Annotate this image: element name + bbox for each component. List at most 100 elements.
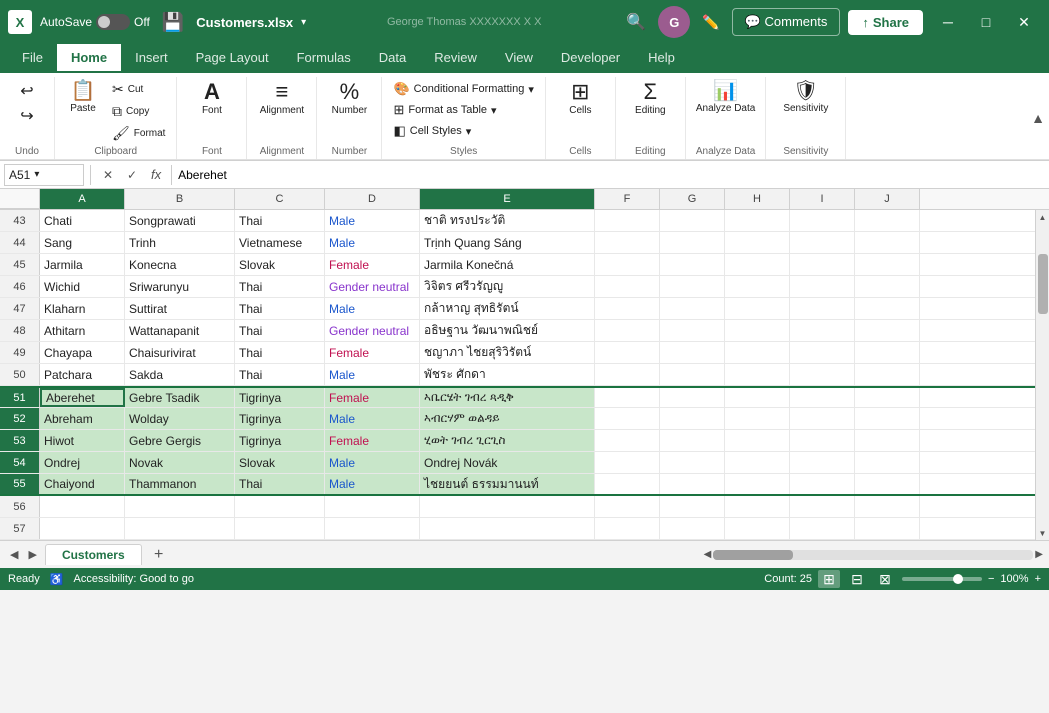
row-header[interactable]: 56 xyxy=(0,496,40,517)
cell-b[interactable]: Sriwarunyu xyxy=(125,276,235,297)
sheet-tab-customers[interactable]: Customers xyxy=(45,544,142,565)
cell-empty[interactable] xyxy=(595,408,660,429)
cell-c[interactable]: Thai xyxy=(235,210,325,231)
formula-input[interactable] xyxy=(178,168,1045,182)
cell-empty[interactable] xyxy=(855,474,920,494)
scroll-left-button[interactable]: ◀ xyxy=(704,549,712,560)
cell-d[interactable]: Male xyxy=(325,232,420,253)
close-button[interactable]: ✕ xyxy=(1007,8,1041,36)
scroll-right-button[interactable]: ▶ xyxy=(1035,549,1043,560)
col-header-f[interactable]: F xyxy=(595,189,660,209)
zoom-icon-minus[interactable]: − xyxy=(988,573,994,585)
row-header[interactable]: 46 xyxy=(0,276,40,297)
copy-button[interactable]: ⧉Copy xyxy=(107,101,170,122)
tab-page-layout[interactable]: Page Layout xyxy=(182,44,283,73)
cell-d[interactable]: Male xyxy=(325,298,420,319)
cell-b[interactable]: Suttirat xyxy=(125,298,235,319)
tab-review[interactable]: Review xyxy=(420,44,491,73)
add-sheet-button[interactable]: + xyxy=(148,544,170,566)
cell-a[interactable]: Abreham xyxy=(40,408,125,429)
ribbon-toggle-icon[interactable]: ✏️ xyxy=(698,10,723,35)
cell-e[interactable]: ชญาภา ไชยสุริวิรัตน์ xyxy=(420,342,595,363)
cell-empty[interactable] xyxy=(790,518,855,539)
cell-empty[interactable] xyxy=(725,254,790,275)
cell-a[interactable]: Jarmila xyxy=(40,254,125,275)
cell-empty[interactable] xyxy=(595,496,660,517)
number-button[interactable]: % Number xyxy=(328,79,372,118)
cell-empty[interactable] xyxy=(725,320,790,341)
row-header[interactable]: 57 xyxy=(0,518,40,539)
cell-a[interactable]: Athitarn xyxy=(40,320,125,341)
cell-empty[interactable] xyxy=(725,430,790,451)
cell-a[interactable]: Wichid xyxy=(40,276,125,297)
zoom-icon-plus[interactable]: + xyxy=(1035,573,1041,585)
cell-empty[interactable] xyxy=(790,496,855,517)
zoom-slider[interactable] xyxy=(902,577,982,581)
cell-c[interactable] xyxy=(235,496,325,517)
cell-empty[interactable] xyxy=(660,320,725,341)
cell-empty[interactable] xyxy=(595,430,660,451)
cell-empty[interactable] xyxy=(725,210,790,231)
cell-e[interactable]: Ondrej Novák xyxy=(420,452,595,473)
cell-empty[interactable] xyxy=(855,232,920,253)
cell-a[interactable]: Sang xyxy=(40,232,125,253)
cell-empty[interactable] xyxy=(595,298,660,319)
cell-empty[interactable] xyxy=(790,276,855,297)
cell-b[interactable]: Konecna xyxy=(125,254,235,275)
cell-empty[interactable] xyxy=(790,452,855,473)
cell-empty[interactable] xyxy=(660,342,725,363)
cell-c[interactable] xyxy=(235,518,325,539)
normal-view-button[interactable]: ⊞ xyxy=(818,570,840,588)
tab-file[interactable]: File xyxy=(8,44,57,73)
cell-c[interactable]: Thai xyxy=(235,298,325,319)
cell-empty[interactable] xyxy=(595,452,660,473)
cell-empty[interactable] xyxy=(725,388,790,407)
cell-empty[interactable] xyxy=(725,342,790,363)
cell-empty[interactable] xyxy=(855,210,920,231)
page-layout-view-button[interactable]: ⊟ xyxy=(846,570,868,588)
row-header[interactable]: 52 xyxy=(0,408,40,429)
format-as-table-button[interactable]: ⊞ Format as Table ▾ xyxy=(388,100,501,120)
cells-button[interactable]: ⊞ Cells xyxy=(562,79,598,118)
cell-d[interactable]: Male xyxy=(325,452,420,473)
cell-empty[interactable] xyxy=(725,452,790,473)
cell-e[interactable]: พัชระ ศักดา xyxy=(420,364,595,385)
cell-b[interactable]: Gebre Tsadik xyxy=(125,388,235,407)
cell-b[interactable]: Novak xyxy=(125,452,235,473)
zoom-thumb[interactable] xyxy=(953,574,963,584)
cell-a[interactable]: Chaiyond xyxy=(40,474,125,494)
page-break-view-button[interactable]: ⊠ xyxy=(874,570,896,588)
col-header-j[interactable]: J xyxy=(855,189,920,209)
cell-d[interactable]: Gender neutral xyxy=(325,320,420,341)
h-scroll-thumb[interactable] xyxy=(713,550,793,560)
cell-empty[interactable] xyxy=(725,276,790,297)
col-header-a[interactable]: A xyxy=(40,189,125,209)
cell-empty[interactable] xyxy=(660,232,725,253)
cell-empty[interactable] xyxy=(595,276,660,297)
cell-a[interactable] xyxy=(40,496,125,517)
cell-empty[interactable] xyxy=(855,430,920,451)
cell-empty[interactable] xyxy=(660,496,725,517)
cell-d[interactable]: Female xyxy=(325,254,420,275)
cell-empty[interactable] xyxy=(725,364,790,385)
row-header[interactable]: 49 xyxy=(0,342,40,363)
alignment-button[interactable]: ≡ Alignment xyxy=(256,79,308,118)
paste-button[interactable]: 📋 Paste xyxy=(61,79,105,116)
cell-b[interactable]: Thammanon xyxy=(125,474,235,494)
scroll-thumb[interactable] xyxy=(1038,254,1048,314)
cell-empty[interactable] xyxy=(595,518,660,539)
analyze-data-button[interactable]: 📊 Analyze Data xyxy=(692,79,759,116)
cell-e[interactable] xyxy=(420,518,595,539)
cell-a[interactable]: Chayapa xyxy=(40,342,125,363)
autosave-toggle[interactable] xyxy=(96,14,130,30)
cell-empty[interactable] xyxy=(660,276,725,297)
cell-c[interactable]: Slovak xyxy=(235,452,325,473)
cell-empty[interactable] xyxy=(855,364,920,385)
scrollbar-right[interactable]: ▲ ▼ xyxy=(1035,210,1049,540)
col-header-h[interactable]: H xyxy=(725,189,790,209)
cell-empty[interactable] xyxy=(595,254,660,275)
cell-empty[interactable] xyxy=(660,254,725,275)
cell-empty[interactable] xyxy=(790,342,855,363)
cell-c[interactable]: Vietnamese xyxy=(235,232,325,253)
formula-cancel-icon[interactable]: ✕ xyxy=(97,164,119,186)
